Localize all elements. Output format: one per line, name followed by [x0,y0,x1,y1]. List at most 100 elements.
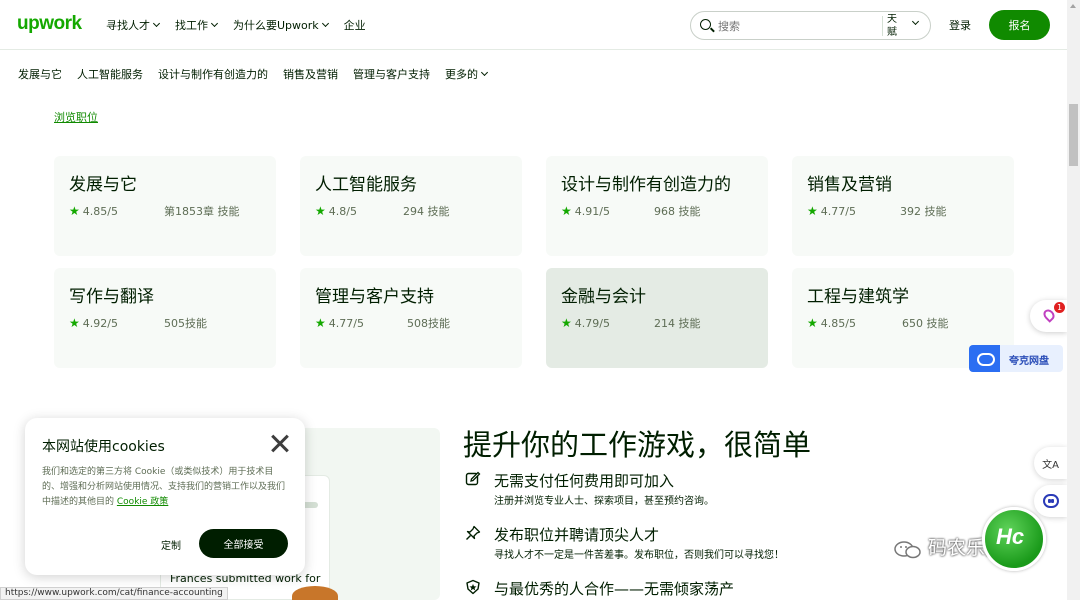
edit-icon [465,471,481,486]
watermark-logo: Hc [982,507,1046,571]
floating-widget[interactable]: 1 [1030,300,1067,332]
watermark-logo-text: Hc [996,524,1025,549]
category-dev-it[interactable]: 发展与它 [18,66,62,82]
category-card[interactable]: 人工智能服务 ★ 4.8/5 294 技能 [300,156,522,256]
star-icon: ★ [561,204,572,218]
chevron-down-icon [152,19,161,28]
section-headline: 提升你的工作游戏，很简单 [463,428,812,462]
card-rating: 4.77/5 [820,204,856,218]
divider [882,16,883,36]
category-admin[interactable]: 管理与客户支持 [353,66,430,82]
nav-label: 企业 [343,19,366,32]
card-meta: ★ 4.92/5 505技能 [69,316,207,330]
card-rating: 4.79/5 [574,316,610,330]
cookie-text: 我们和选定的第三方将 Cookie（或类似技术）用于技术目的、增强和分析网站使用… [42,465,290,510]
card-title: 写作与翻译 [69,287,154,307]
category-card[interactable]: 金融与会计 ★ 4.79/5 214 技能 [546,268,768,368]
chevron-down-icon [321,19,329,28]
search-scope-select[interactable]: 天赋 [887,13,905,39]
star-icon: ★ [315,204,326,218]
card-rating: 4.85/5 [820,316,856,330]
category-ai[interactable]: 人工智能服务 [77,66,143,82]
cookie-title: 本网站使用cookies [42,439,165,455]
shield-icon [466,579,480,595]
notification-badge: 1 [1054,302,1065,313]
feature-title: 无需支付任何费用即可加入 [494,472,675,490]
card-rating: 4.85/5 [82,204,118,218]
signup-button[interactable]: 报名 [989,10,1050,40]
card-title: 设计与制作有创造力的 [561,175,731,195]
search-icon[interactable] [700,19,711,30]
feature-title: 发布职位并聘请顶尖人才 [494,526,660,544]
card-skills: 968 技能 [654,205,701,218]
pin-icon [466,525,481,540]
card-title: 工程与建筑学 [807,287,909,307]
customize-button[interactable]: 定制 [161,537,181,552]
feature-desc: 寻找人才不一定是一件苦差事。发布职位，否则我们可以寻找您！ [494,550,784,561]
category-card[interactable]: 写作与翻译 ★ 4.92/5 505技能 [54,268,276,368]
category-more[interactable]: 更多的 [445,66,489,82]
cloud-drive-button[interactable]: 夸克网盘 [969,345,1063,372]
translate-button[interactable]: 文A [1034,447,1067,479]
card-meta: ★ 4.8/5 294 技能 [315,204,450,218]
card-meta: ★ 4.77/5 508技能 [315,316,450,330]
nav-label: 为什么要Upwork [233,19,319,32]
card-skills: 505技能 [164,317,207,330]
category-card[interactable]: 设计与制作有创造力的 ★ 4.91/5 968 技能 [546,156,768,256]
scroll-thumb[interactable] [1069,104,1078,166]
scrollbar[interactable] [1067,0,1080,600]
chevron-down-icon [210,19,219,28]
nav-find-work[interactable]: 找工作 [175,17,219,33]
scroll-up-arrow-icon[interactable] [1070,4,1076,8]
category-sales[interactable]: 销售及营销 [283,66,338,82]
top-nav: upwork 寻找人才 找工作 为什么要Upwork 企业 天赋 登录 报名 [0,0,1067,50]
category-more-label: 更多的 [445,68,478,81]
card-skills: 第1853章 技能 [164,205,240,218]
category-design[interactable]: 设计与制作有创造力的 [158,66,268,82]
page: upwork 寻找人才 找工作 为什么要Upwork 企业 天赋 登录 报名 发… [0,0,1080,600]
card-meta: ★ 4.85/5 第1853章 技能 [69,204,240,218]
card-title: 管理与客户支持 [315,287,434,307]
star-icon: ★ [807,204,818,218]
category-card[interactable]: 发展与它 ★ 4.85/5 第1853章 技能 [54,156,276,256]
card-title: 发展与它 [69,175,137,195]
category-card[interactable]: 销售及营销 ★ 4.77/5 392 技能 [792,156,1014,256]
nav-find-talent[interactable]: 寻找人才 [106,17,161,33]
search-box: 天赋 [690,11,931,40]
card-title: 人工智能服务 [315,175,417,195]
category-nav: 发展与它 人工智能服务 设计与制作有创造力的 销售及营销 管理与客户支持 更多的 [18,66,502,82]
assistant-button[interactable] [1034,485,1067,517]
wechat-icon [894,541,921,559]
accept-all-button[interactable]: 全部接受 [199,529,288,558]
star-icon: ★ [807,316,818,330]
star-icon: ★ [69,316,80,330]
star-icon: ★ [315,316,326,330]
upwork-logo[interactable]: upwork [17,13,82,35]
chevron-down-icon[interactable] [911,17,920,26]
card-title: 金融与会计 [561,287,646,307]
chevron-down-icon [480,68,489,77]
cookie-policy-link[interactable]: Cookie 政策 [117,497,168,507]
cookie-banner: 本网站使用cookies 我们和选定的第三方将 Cookie（或类似技术）用于技… [25,418,305,575]
browse-jobs-link[interactable]: 浏览职位 [54,109,98,125]
star-icon: ★ [561,316,572,330]
card-skills: 650 技能 [902,317,949,330]
search-input[interactable] [718,17,868,35]
card-meta: ★ 4.91/5 968 技能 [561,204,701,218]
star-icon: ★ [69,204,80,218]
card-title: 销售及营销 [807,175,892,195]
cloud-icon [969,345,1000,372]
card-rating: 4.91/5 [574,204,610,218]
card-meta: ★ 4.79/5 214 技能 [561,316,701,330]
card-skills: 214 技能 [654,317,701,330]
nav-label: 找工作 [175,19,208,32]
nav-enterprise[interactable]: 企业 [344,17,366,33]
main-nav: 寻找人才 找工作 为什么要Upwork 企业 [106,17,382,33]
category-card[interactable]: 管理与客户支持 ★ 4.77/5 508技能 [300,268,522,368]
login-link[interactable]: 登录 [949,17,971,33]
nav-why-upwork[interactable]: 为什么要Upwork [233,17,329,33]
card-rating: 4.8/5 [328,204,357,218]
close-icon[interactable] [269,432,291,454]
translate-icon: 文A [1042,459,1059,471]
card-skills: 508技能 [407,317,450,330]
